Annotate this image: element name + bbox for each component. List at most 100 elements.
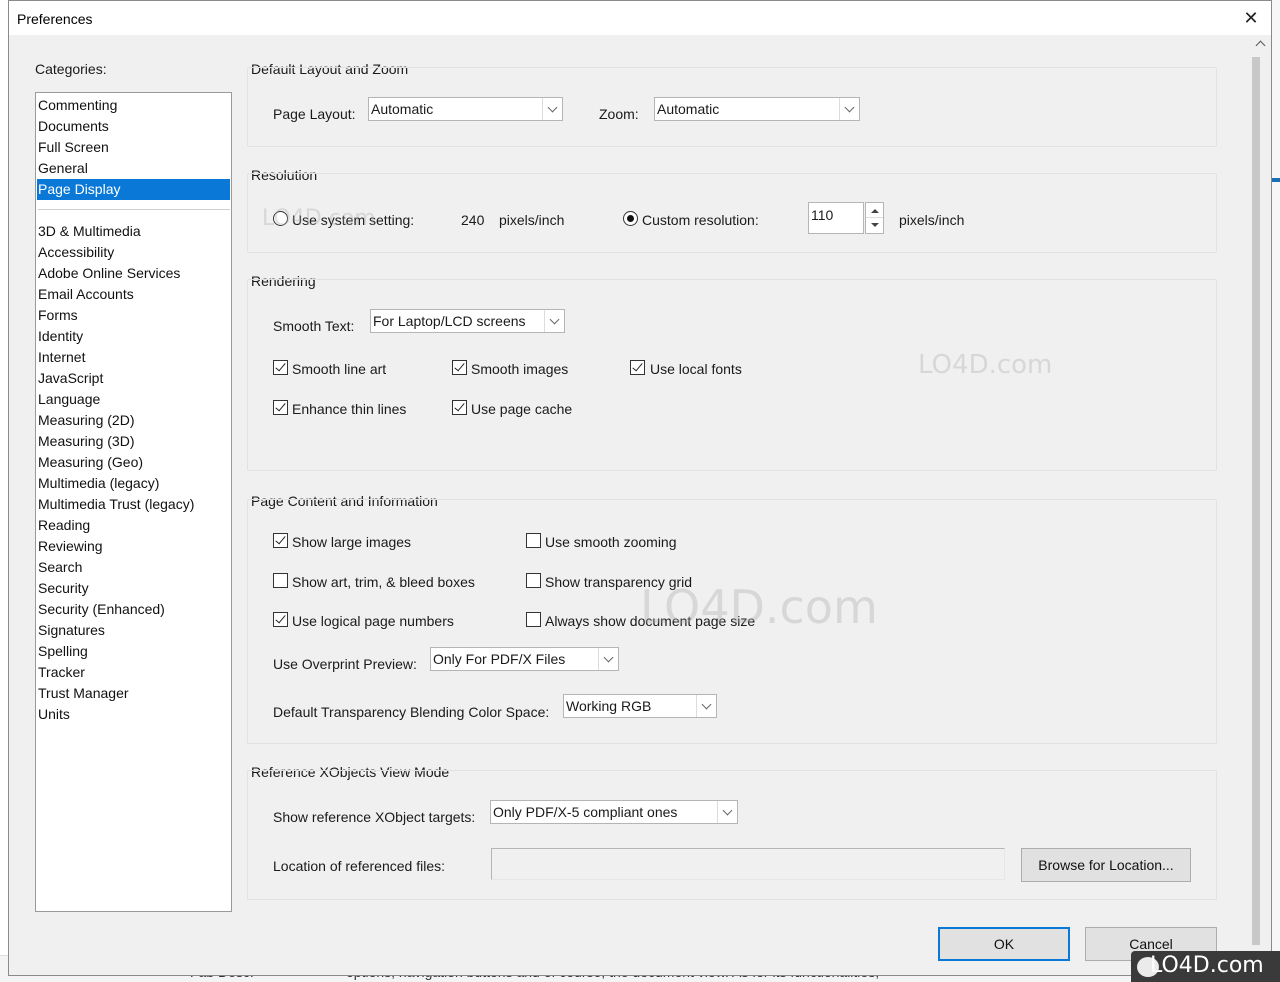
zoom-dropdown[interactable]: Automatic	[654, 97, 860, 121]
category-email-accounts[interactable]: Email Accounts	[37, 284, 230, 305]
custom-resolution-label: Custom resolution:	[642, 212, 759, 228]
page-layout-value: Automatic	[371, 101, 434, 117]
xobject-targets-value: Only PDF/X-5 compliant ones	[493, 804, 678, 820]
preferences-dialog: Preferences ✕ Categories: Commenting Doc…	[8, 0, 1272, 976]
show-large-images-label: Show large images	[292, 534, 412, 550]
category-page-display[interactable]: Page Display	[37, 179, 230, 200]
enhance-thin-lines-checkbox[interactable]	[273, 400, 288, 415]
category-javascript[interactable]: JavaScript	[37, 368, 230, 389]
xobject-targets-dropdown[interactable]: Only PDF/X-5 compliant ones	[490, 800, 738, 824]
category-full-screen[interactable]: Full Screen	[37, 137, 230, 158]
show-art-trim-label: Show art, trim, & bleed boxes	[292, 574, 475, 590]
use-local-fonts-checkbox[interactable]	[630, 360, 645, 375]
chevron-down-icon	[717, 801, 737, 823]
custom-resolution-radio[interactable]	[623, 211, 638, 226]
zoom-label: Zoom:	[599, 106, 639, 122]
categories-list[interactable]: Commenting Documents Full Screen General…	[35, 92, 232, 912]
category-accessibility[interactable]: Accessibility	[37, 242, 230, 263]
watermark-text-small: LO4D.com	[262, 206, 376, 231]
location-field[interactable]	[491, 848, 1005, 880]
zoom-value: Automatic	[657, 101, 720, 117]
watermark-text: LO4D.com	[918, 350, 1053, 380]
window-title: Preferences	[17, 11, 93, 27]
scroll-thumb[interactable]	[1252, 57, 1260, 945]
show-transparency-grid-checkbox[interactable]	[526, 573, 541, 588]
smooth-line-art-label: Smooth line art	[292, 361, 387, 377]
location-label: Location of referenced files:	[273, 858, 445, 874]
category-security-enhanced[interactable]: Security (Enhanced)	[37, 599, 230, 620]
category-internet[interactable]: Internet	[37, 347, 230, 368]
category-units[interactable]: Units	[37, 704, 230, 725]
blending-value: Working RGB	[566, 698, 652, 714]
category-language[interactable]: Language	[37, 389, 230, 410]
system-resolution-unit: pixels/inch	[499, 212, 565, 228]
category-forms[interactable]: Forms	[37, 305, 230, 326]
overprint-dropdown[interactable]: Only For PDF/X Files	[430, 647, 619, 671]
show-large-images-checkbox[interactable]	[273, 533, 288, 548]
category-documents[interactable]: Documents	[37, 116, 230, 137]
ok-button[interactable]: OK	[938, 927, 1070, 961]
use-page-cache-checkbox[interactable]	[452, 400, 467, 415]
chevron-down-icon	[542, 98, 562, 120]
logical-page-numbers-checkbox[interactable]	[273, 612, 288, 627]
category-tracker[interactable]: Tracker	[37, 662, 230, 683]
use-page-cache-label: Use page cache	[471, 401, 573, 417]
category-trust-manager[interactable]: Trust Manager	[37, 683, 230, 704]
category-multimedia-trust-legacy[interactable]: Multimedia Trust (legacy)	[37, 494, 230, 515]
chevron-down-icon	[839, 98, 859, 120]
category-signatures[interactable]: Signatures	[37, 620, 230, 641]
overprint-label: Use Overprint Preview:	[273, 656, 417, 672]
smooth-line-art-checkbox[interactable]	[273, 360, 288, 375]
smooth-text-dropdown[interactable]: For Laptop/LCD screens	[370, 309, 565, 333]
spinner-down-icon[interactable]	[866, 218, 883, 233]
smooth-images-checkbox[interactable]	[452, 360, 467, 375]
logical-page-numbers-label: Use logical page numbers	[292, 613, 454, 629]
category-separator	[38, 209, 230, 210]
system-resolution-value: 240	[461, 212, 485, 228]
overprint-value: Only For PDF/X Files	[433, 651, 566, 667]
browse-location-button[interactable]: Browse for Location...	[1021, 848, 1191, 882]
chevron-down-icon	[696, 695, 716, 717]
category-identity[interactable]: Identity	[37, 326, 230, 347]
blending-dropdown[interactable]: Working RGB	[563, 694, 717, 718]
vertical-scrollbar[interactable]	[1250, 35, 1271, 949]
category-reviewing[interactable]: Reviewing	[37, 536, 230, 557]
blending-label: Default Transparency Blending Color Spac…	[273, 704, 550, 720]
category-reading[interactable]: Reading	[37, 515, 230, 536]
smooth-text-value: For Laptop/LCD screens	[373, 313, 526, 329]
category-spelling[interactable]: Spelling	[37, 641, 230, 662]
category-measuring-geo[interactable]: Measuring (Geo)	[37, 452, 230, 473]
spinner-up-icon[interactable]	[866, 203, 883, 218]
xobject-targets-label: Show reference XObject targets:	[273, 809, 476, 825]
use-smooth-zooming-checkbox[interactable]	[526, 533, 541, 548]
category-commenting[interactable]: Commenting	[37, 95, 230, 116]
category-multimedia-legacy[interactable]: Multimedia (legacy)	[37, 473, 230, 494]
category-measuring-2d[interactable]: Measuring (2D)	[37, 410, 230, 431]
scroll-up-icon[interactable]	[1250, 35, 1271, 53]
page-layout-label: Page Layout:	[273, 106, 356, 122]
use-local-fonts-label: Use local fonts	[650, 361, 742, 377]
title-bar: Preferences ✕	[9, 1, 1271, 35]
category-3d-multimedia[interactable]: 3D & Multimedia	[37, 221, 230, 242]
category-search[interactable]: Search	[37, 557, 230, 578]
page-layout-dropdown[interactable]: Automatic	[368, 97, 563, 121]
use-smooth-zooming-label: Use smooth zooming	[545, 534, 677, 550]
resolution-spinner[interactable]	[865, 202, 884, 234]
category-general[interactable]: General	[37, 158, 230, 179]
close-icon[interactable]: ✕	[1235, 5, 1267, 31]
chevron-down-icon	[544, 310, 564, 332]
custom-resolution-unit: pixels/inch	[899, 212, 965, 228]
watermark-badge-text: LO4D.com	[1150, 953, 1264, 978]
category-measuring-3d[interactable]: Measuring (3D)	[37, 431, 230, 452]
category-adobe-online-services[interactable]: Adobe Online Services	[37, 263, 230, 284]
categories-heading: Categories:	[35, 61, 107, 77]
show-art-trim-checkbox[interactable]	[273, 573, 288, 588]
watermark-text-large: LO4D.com	[640, 580, 878, 634]
smooth-text-label: Smooth Text:	[273, 318, 355, 334]
chevron-down-icon	[598, 648, 618, 670]
category-security[interactable]: Security	[37, 578, 230, 599]
smooth-images-label: Smooth images	[471, 361, 569, 377]
enhance-thin-lines-label: Enhance thin lines	[292, 401, 407, 417]
always-show-doc-size-checkbox[interactable]	[526, 612, 541, 627]
custom-resolution-input[interactable]: 110	[808, 202, 864, 234]
